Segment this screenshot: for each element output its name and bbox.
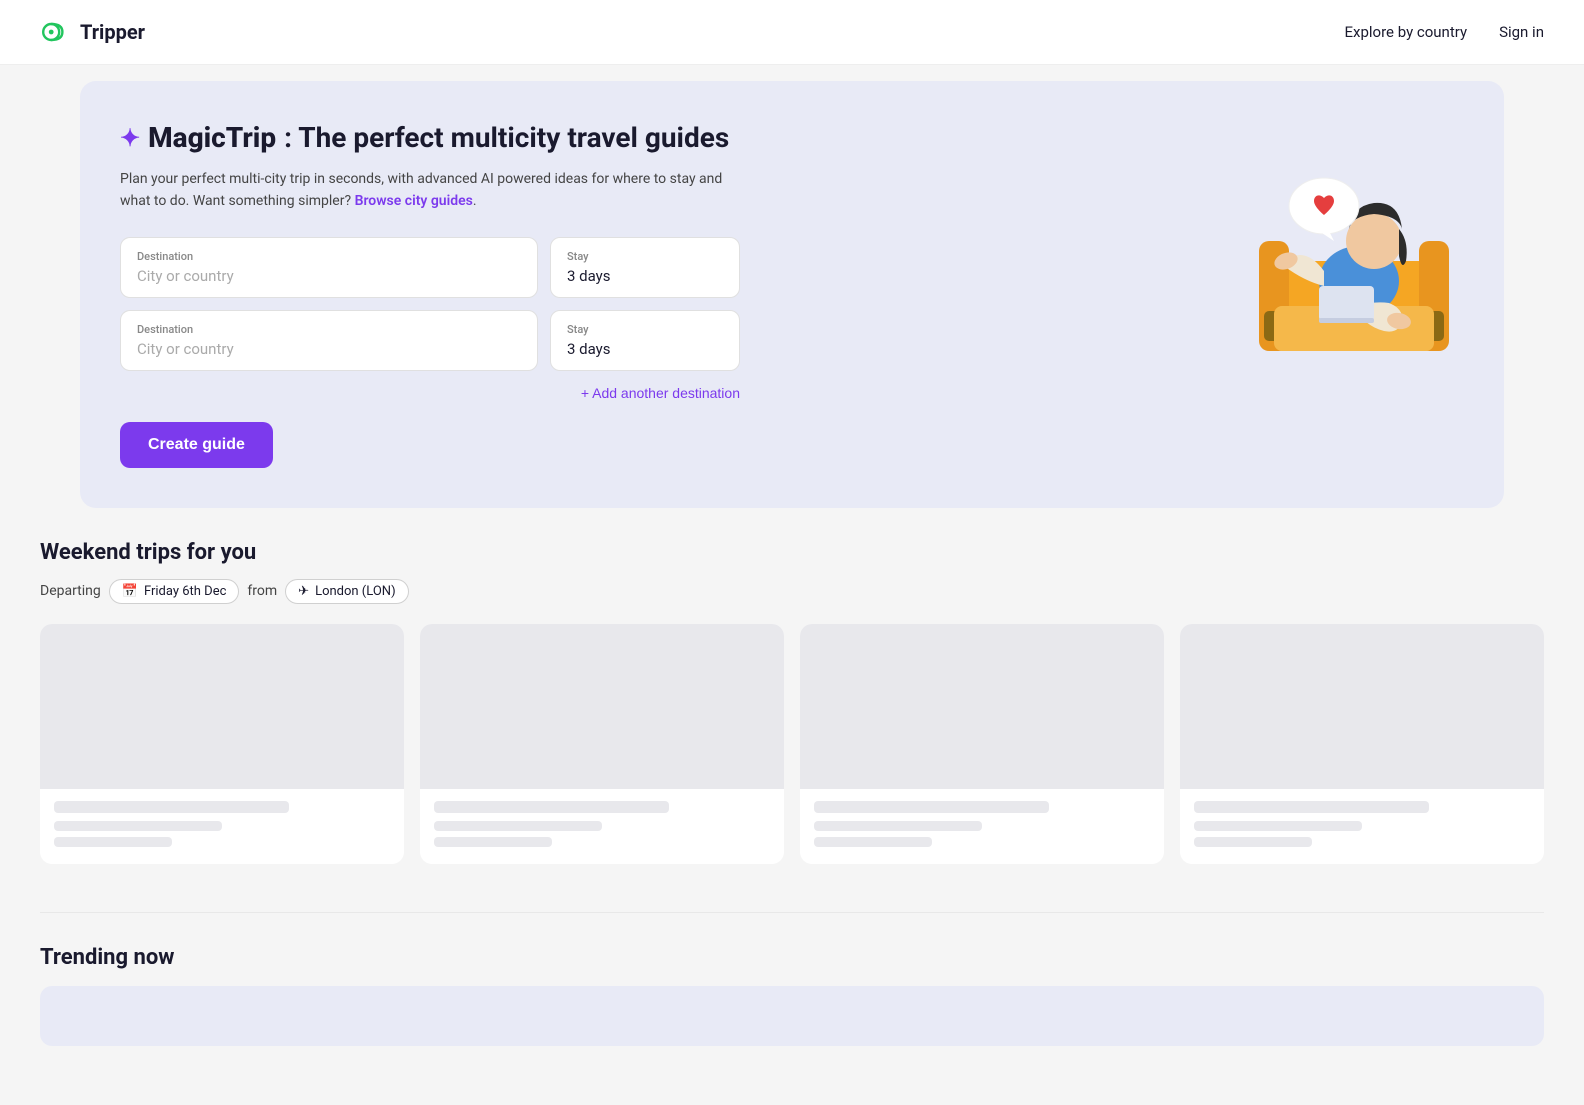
destination-row-2: Destination City or country Stay 3 days	[120, 310, 740, 371]
stay-1-value: 3 days	[567, 267, 723, 285]
hero-section: ✦ MagicTrip: The perfect multicity trave…	[80, 81, 1504, 508]
stay-1-input[interactable]: Stay 3 days	[550, 237, 740, 298]
navbar: Tripper Explore by country Sign in	[0, 0, 1584, 65]
logo-icon	[40, 16, 72, 48]
hero-description: Plan your perfect multi-city trip in sec…	[120, 168, 740, 213]
trip-card[interactable]	[800, 624, 1164, 864]
card-subtitle-skeleton	[434, 821, 602, 831]
card-image-skeleton	[420, 624, 784, 789]
card-image-skeleton	[1180, 624, 1544, 789]
destination-1-placeholder: City or country	[137, 267, 521, 285]
trip-card[interactable]	[1180, 624, 1544, 864]
flight-icon: ✈	[298, 584, 309, 599]
destination-2-input[interactable]: Destination City or country	[120, 310, 538, 371]
trending-card-skeleton	[40, 986, 1544, 1046]
card-image-skeleton	[800, 624, 1164, 789]
destination-1-label: Destination	[137, 250, 521, 263]
logo[interactable]: Tripper	[40, 16, 145, 48]
card-content	[800, 789, 1164, 859]
illustration-svg	[1244, 111, 1464, 391]
trip-card[interactable]	[420, 624, 784, 864]
stay-2-value: 3 days	[567, 340, 723, 358]
destination-1-input[interactable]: Destination City or country	[120, 237, 538, 298]
create-guide-button[interactable]: Create guide	[120, 422, 273, 468]
card-title-skeleton	[54, 801, 289, 813]
departing-label: Departing	[40, 583, 101, 599]
card-tag-skeleton	[54, 837, 172, 847]
destination-2-label: Destination	[137, 323, 521, 336]
hero-title: ✦ MagicTrip: The perfect multicity trave…	[120, 121, 740, 154]
card-tag-skeleton	[1194, 837, 1312, 847]
card-content	[420, 789, 784, 859]
add-destination-button[interactable]: + Add another destination	[581, 385, 740, 401]
add-destination-row: + Add another destination	[120, 383, 740, 402]
departing-row: Departing 📅 Friday 6th Dec from ✈ London…	[40, 579, 1544, 604]
trip-card[interactable]	[40, 624, 404, 864]
destination-row-1: Destination City or country Stay 3 days	[120, 237, 740, 298]
date-label: Friday 6th Dec	[144, 584, 226, 599]
hero-title-rest: : The perfect multicity travel guides	[284, 121, 729, 154]
card-image-skeleton	[40, 624, 404, 789]
explore-country-link[interactable]: Explore by country	[1345, 23, 1468, 41]
sparkle-icon: ✦	[120, 124, 140, 152]
browse-city-guides-link[interactable]: Browse city guides	[355, 193, 473, 209]
card-content	[1180, 789, 1544, 859]
card-tag-skeleton	[434, 837, 552, 847]
weekend-trips-title: Weekend trips for you	[40, 540, 1544, 565]
location-chip[interactable]: ✈ London (LON)	[285, 579, 408, 604]
card-content	[40, 789, 404, 859]
stay-1-label: Stay	[567, 250, 723, 263]
trending-now-section: Trending now	[0, 913, 1584, 1046]
hero-illustration	[1244, 111, 1464, 391]
signin-link[interactable]: Sign in	[1499, 23, 1544, 41]
card-title-skeleton	[434, 801, 669, 813]
nav-links: Explore by country Sign in	[1345, 23, 1544, 41]
trending-now-title: Trending now	[40, 945, 1544, 970]
weekend-trips-section: Weekend trips for you Departing 📅 Friday…	[0, 508, 1584, 912]
logo-text: Tripper	[80, 20, 145, 44]
card-tag-skeleton	[814, 837, 932, 847]
card-title-skeleton	[814, 801, 1049, 813]
calendar-icon: 📅	[122, 584, 138, 599]
stay-2-label: Stay	[567, 323, 723, 336]
magic-trip-brand: MagicTrip	[148, 121, 276, 154]
location-label: London (LON)	[315, 584, 396, 599]
card-title-skeleton	[1194, 801, 1429, 813]
card-subtitle-skeleton	[1194, 821, 1362, 831]
card-subtitle-skeleton	[54, 821, 222, 831]
stay-2-input[interactable]: Stay 3 days	[550, 310, 740, 371]
destination-2-placeholder: City or country	[137, 340, 521, 358]
card-subtitle-skeleton	[814, 821, 982, 831]
date-chip[interactable]: 📅 Friday 6th Dec	[109, 579, 240, 604]
hero-content: ✦ MagicTrip: The perfect multicity trave…	[120, 121, 740, 468]
trip-cards-grid	[40, 624, 1544, 864]
from-label: from	[247, 583, 277, 599]
